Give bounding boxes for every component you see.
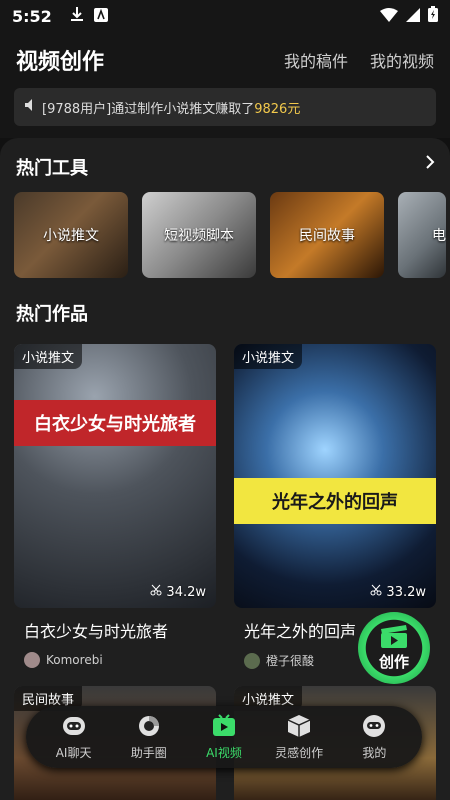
tool-label: 电 [432,228,446,244]
work-card[interactable]: 小说推文 白衣少女与时光旅者 34.2w 白衣少女与时光旅者 Komorebi [14,344,216,668]
create-label: 创作 [378,652,409,671]
work-author: Komorebi [14,652,216,668]
my-videos-link[interactable]: 我的视频 [370,48,434,72]
nav-label: 我的 [362,745,387,760]
notice-bar[interactable]: [9788用户]通过制作小说推文赚取了 9826元 [14,88,436,126]
nav-label: 灵感创作 [275,745,324,760]
view-count-value: 33.2w [386,584,426,600]
cover-title: 白衣少女与时光旅者 [14,400,216,446]
notice-text: [9788用户]通过制作小说推文赚取了 [42,101,255,117]
nav-inspiration[interactable]: 灵感创作 [264,714,334,761]
tool-card-novel-promo[interactable]: 小说推文 [14,192,128,278]
view-count: 34.2w [150,584,206,600]
tool-card-partial[interactable]: 电 [398,192,446,278]
notice-amount: 9826元 [254,101,301,117]
hot-tools-header: 热门工具 [16,154,88,180]
tool-card-folk-story[interactable]: 民间故事 [270,192,384,278]
hot-tools-list: 小说推文 短视频脚本 民间故事 电 [14,192,450,278]
hot-works-header: 热门作品 [16,300,88,326]
nav-assistant-circle[interactable]: 助手圈 [114,714,184,761]
clapperboard-icon [379,624,409,653]
author-name: Komorebi [46,653,103,667]
app-notification-icon [93,7,108,26]
hot-tools-title: 热门工具 [16,158,88,179]
tool-label: 短视频脚本 [164,228,234,244]
avatar [244,652,260,669]
avatar [24,652,40,668]
status-time: 5:52 [12,6,52,26]
tool-label: 民间故事 [299,228,355,244]
notice-area: [9788用户]通过制作小说推文赚取了 9826元 [0,88,450,138]
my-drafts-link[interactable]: 我的稿件 [284,48,348,72]
nav-label: AI视频 [206,745,242,760]
nav-label: AI聊天 [55,745,92,760]
nav-profile[interactable]: 我的 [339,714,409,761]
download-icon [70,6,84,26]
wifi-icon [380,7,398,26]
speaker-icon [24,98,38,116]
signal-icon [406,7,420,26]
nav-ai-chat[interactable]: AI聊天 [39,714,109,761]
work-title: 白衣少女与时光旅者 [24,622,169,641]
view-count-value: 34.2w [166,584,206,600]
work-cover: 小说推文 光年之外的回声 33.2w [234,344,436,608]
chevron-right-icon[interactable] [424,154,436,174]
nav-label: 助手圈 [130,745,167,760]
scissors-icon [370,584,382,600]
tool-card-short-script[interactable]: 短视频脚本 [142,192,256,278]
main-panel: 热门工具 小说推文 短视频脚本 民间故事 电 热门作品 小说推文 白衣少女与时光… [0,138,450,800]
play-icon [210,713,238,742]
work-cover: 小说推文 白衣少女与时光旅者 34.2w [14,344,216,608]
header: 视频创作 我的稿件 我的视频 [0,32,450,88]
view-count: 33.2w [370,584,426,600]
battery-icon [428,6,438,26]
page-title: 视频创作 [16,50,105,75]
work-tag: 小说推文 [234,344,303,369]
scissors-icon [150,584,162,600]
robot-icon [60,714,88,742]
cover-title: 光年之外的回声 [234,478,436,524]
ring-icon [135,714,163,742]
cube-icon [285,714,313,742]
status-bar: 5:52 [0,0,450,32]
hot-works-title: 热门作品 [16,304,88,325]
tool-label: 小说推文 [43,228,99,244]
author-name: 橙子很酸 [266,654,315,668]
work-tag: 小说推文 [14,344,83,369]
nav-ai-video[interactable]: AI视频 [189,713,259,761]
bottom-nav: AI聊天 助手圈 AI视频 灵感创作 我的 [26,706,422,768]
profile-icon [360,714,388,742]
create-button[interactable]: 创作 [358,612,430,684]
